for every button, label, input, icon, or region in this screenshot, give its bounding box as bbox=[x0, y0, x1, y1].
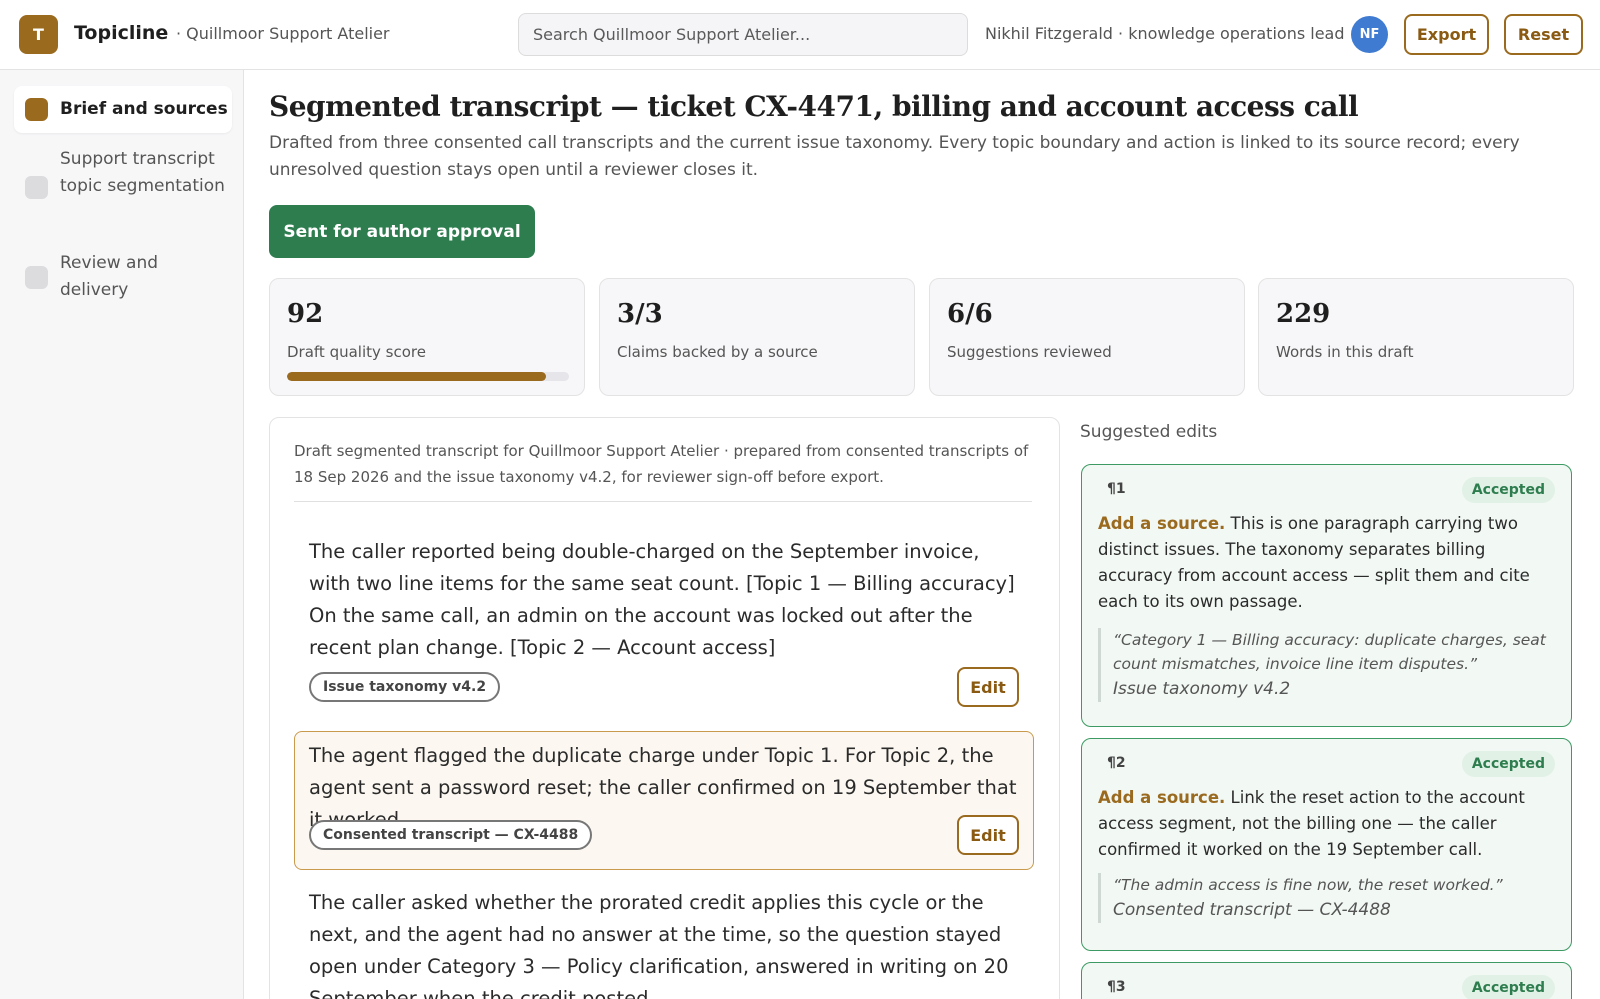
paragraph-ref: ¶1 bbox=[1107, 481, 1126, 497]
stat-value: 3/3 bbox=[617, 299, 663, 329]
suggestions-heading: Suggested edits bbox=[1080, 422, 1218, 442]
document-paragraph-3[interactable]: The caller asked whether the prorated cr… bbox=[294, 878, 1034, 999]
suggestion-action: Add a source. bbox=[1098, 788, 1226, 807]
export-button[interactable]: Export bbox=[1404, 14, 1489, 55]
source-chip[interactable]: Issue taxonomy v4.2 bbox=[309, 672, 501, 702]
top-bar: T Topicline · Quillmoor Support Atelier … bbox=[0, 0, 1600, 70]
status-badge: Accepted bbox=[1461, 751, 1555, 777]
reset-button[interactable]: Reset bbox=[1504, 14, 1583, 55]
source-chip[interactable]: Consented transcript — CX-4488 bbox=[309, 820, 593, 850]
suggestion-card-2[interactable]: ¶2 Accepted Add a source. Link the reset… bbox=[1081, 738, 1572, 951]
sidebar: Brief and sources Support transcript top… bbox=[0, 70, 244, 999]
step-indicator-icon bbox=[25, 98, 48, 121]
suggestion-card-1[interactable]: ¶1 Accepted Add a source. This is one pa… bbox=[1081, 464, 1572, 727]
status-badge: Accepted bbox=[1461, 477, 1555, 503]
quote-source: Issue taxonomy v4.2 bbox=[1113, 679, 1291, 699]
stat-label: Claims backed by a source bbox=[617, 343, 818, 361]
quality-progress-fill bbox=[287, 372, 547, 381]
quote-source: Consented transcript — CX-4488 bbox=[1113, 900, 1391, 920]
source-quote: “The admin access is fine now, the reset… bbox=[1098, 873, 1553, 923]
sidebar-item-label: Review and delivery bbox=[60, 253, 159, 300]
stat-card-quality: 92 Draft quality score bbox=[269, 278, 585, 396]
step-indicator-icon bbox=[25, 266, 48, 289]
stat-value: 92 bbox=[287, 299, 324, 329]
suggestion-card-3[interactable]: ¶3 Accepted bbox=[1081, 962, 1572, 999]
stat-card-suggestions: 6/6 Suggestions reviewed bbox=[929, 278, 1245, 396]
suggestion-action: Add a source. bbox=[1098, 514, 1226, 533]
stat-value: 229 bbox=[1276, 299, 1331, 329]
sidebar-item-topic-segmentation[interactable]: Support transcript topic segmentation bbox=[14, 146, 232, 230]
paragraph-text: The caller asked whether the prorated cr… bbox=[309, 891, 1009, 999]
quote-text: “The admin access is fine now, the reset… bbox=[1113, 876, 1503, 894]
sidebar-item-label: Brief and sources bbox=[60, 99, 228, 119]
suggestion-body: Add a source. Link the reset action to t… bbox=[1098, 785, 1558, 863]
search-input[interactable] bbox=[518, 13, 968, 56]
source-quote: “Category 1 — Billing accuracy: duplicat… bbox=[1098, 628, 1553, 702]
app-logo[interactable]: T bbox=[19, 15, 58, 54]
workspace-name: · Quillmoor Support Atelier bbox=[176, 24, 390, 43]
page-subtitle: Drafted from three consented call transc… bbox=[269, 133, 1520, 180]
status-badge: Accepted bbox=[1461, 975, 1555, 999]
stat-card-claims: 3/3 Claims backed by a source bbox=[599, 278, 915, 396]
document-paragraph-1[interactable]: The caller reported being double-charged… bbox=[294, 521, 1034, 717]
paragraph-text: The caller reported being double-charged… bbox=[309, 540, 1015, 659]
stat-label: Draft quality score bbox=[287, 343, 426, 361]
suggestion-body: Add a source. This is one paragraph carr… bbox=[1098, 511, 1558, 615]
quality-progress-bar bbox=[287, 372, 569, 381]
document-meta: Draft segmented transcript for Quillmoor… bbox=[294, 442, 1029, 486]
document-paragraph-2[interactable]: The agent flagged the duplicate charge u… bbox=[294, 731, 1034, 870]
paragraph-ref: ¶2 bbox=[1107, 755, 1126, 771]
divider bbox=[294, 501, 1032, 502]
quote-text: “Category 1 — Billing accuracy: duplicat… bbox=[1113, 631, 1546, 673]
stat-label: Suggestions reviewed bbox=[947, 343, 1112, 361]
paragraph-ref: ¶3 bbox=[1107, 979, 1126, 995]
sidebar-item-brief-and-sources[interactable]: Brief and sources bbox=[14, 86, 232, 133]
avatar[interactable]: NF bbox=[1351, 16, 1388, 53]
app-name: Topicline bbox=[74, 22, 169, 44]
stat-value: 6/6 bbox=[947, 299, 993, 329]
approval-status-button[interactable]: Sent for author approval bbox=[269, 205, 535, 258]
sidebar-item-label: Support transcript topic segmentation bbox=[60, 149, 225, 196]
sidebar-item-review-and-delivery[interactable]: Review and delivery bbox=[14, 250, 232, 306]
stat-label: Words in this draft bbox=[1276, 343, 1414, 361]
edit-button[interactable]: Edit bbox=[957, 815, 1019, 855]
edit-button[interactable]: Edit bbox=[957, 667, 1019, 707]
draft-document-panel: Draft segmented transcript for Quillmoor… bbox=[269, 417, 1060, 999]
user-name-role: Nikhil Fitzgerald · knowledge operations… bbox=[985, 24, 1345, 43]
step-indicator-icon bbox=[25, 176, 48, 199]
stat-card-words: 229 Words in this draft bbox=[1258, 278, 1574, 396]
page-title: Segmented transcript — ticket CX-4471, b… bbox=[269, 90, 1359, 123]
